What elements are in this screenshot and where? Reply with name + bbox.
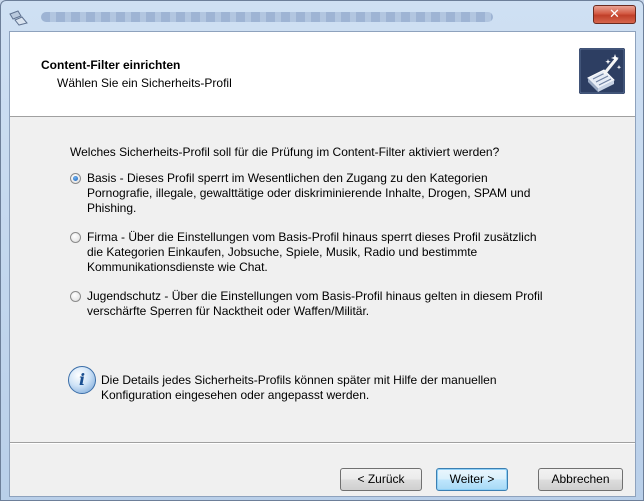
profile-option-firma[interactable]: Firma - Über die Einstellungen vom Basis…: [70, 230, 610, 276]
title-bar[interactable]: ✕: [1, 1, 643, 33]
back-button[interactable]: < Zurück: [340, 468, 422, 491]
wizard-app-icon: [9, 10, 28, 26]
cancel-button[interactable]: Abbrechen: [538, 468, 623, 491]
info-text: Die Details jedes Sicherheits-Profils kö…: [101, 373, 497, 402]
profile-question: Welches Sicherheits-Profil soll für die …: [70, 145, 500, 159]
profile-option-label: Jugendschutz - Über die Einstellungen vo…: [87, 289, 543, 318]
page-subtitle: Wählen Sie ein Sicherheits-Profil: [57, 76, 232, 90]
radio-firma[interactable]: [70, 232, 81, 243]
radio-jugendschutz[interactable]: [70, 291, 81, 302]
profile-option-label: Firma - Über die Einstellungen vom Basis…: [87, 230, 537, 274]
title-text-blurred: [41, 12, 493, 22]
profile-option-basis[interactable]: Basis - Dieses Profil sperrt im Wesentli…: [70, 171, 610, 217]
page-title: Content-Filter einrichten: [41, 58, 181, 72]
profile-option-label: Basis - Dieses Profil sperrt im Wesentli…: [87, 171, 531, 215]
wizard-header: Content-Filter einrichten Wählen Sie ein…: [10, 32, 635, 117]
close-button[interactable]: ✕: [593, 5, 636, 24]
footer-divider: [10, 442, 635, 444]
close-icon: ✕: [609, 7, 620, 22]
profile-option-jugendschutz[interactable]: Jugendschutz - Über die Einstellungen vo…: [70, 289, 610, 321]
info-icon: i: [68, 366, 96, 394]
security-wizard-icon: [579, 48, 625, 94]
wizard-client-area: Content-Filter einrichten Wählen Sie ein…: [9, 31, 636, 497]
wizard-window: ✕ Content-Filter einrichten Wählen Sie e…: [0, 0, 644, 501]
next-button[interactable]: Weiter >: [436, 468, 508, 491]
radio-basis[interactable]: [70, 173, 81, 184]
